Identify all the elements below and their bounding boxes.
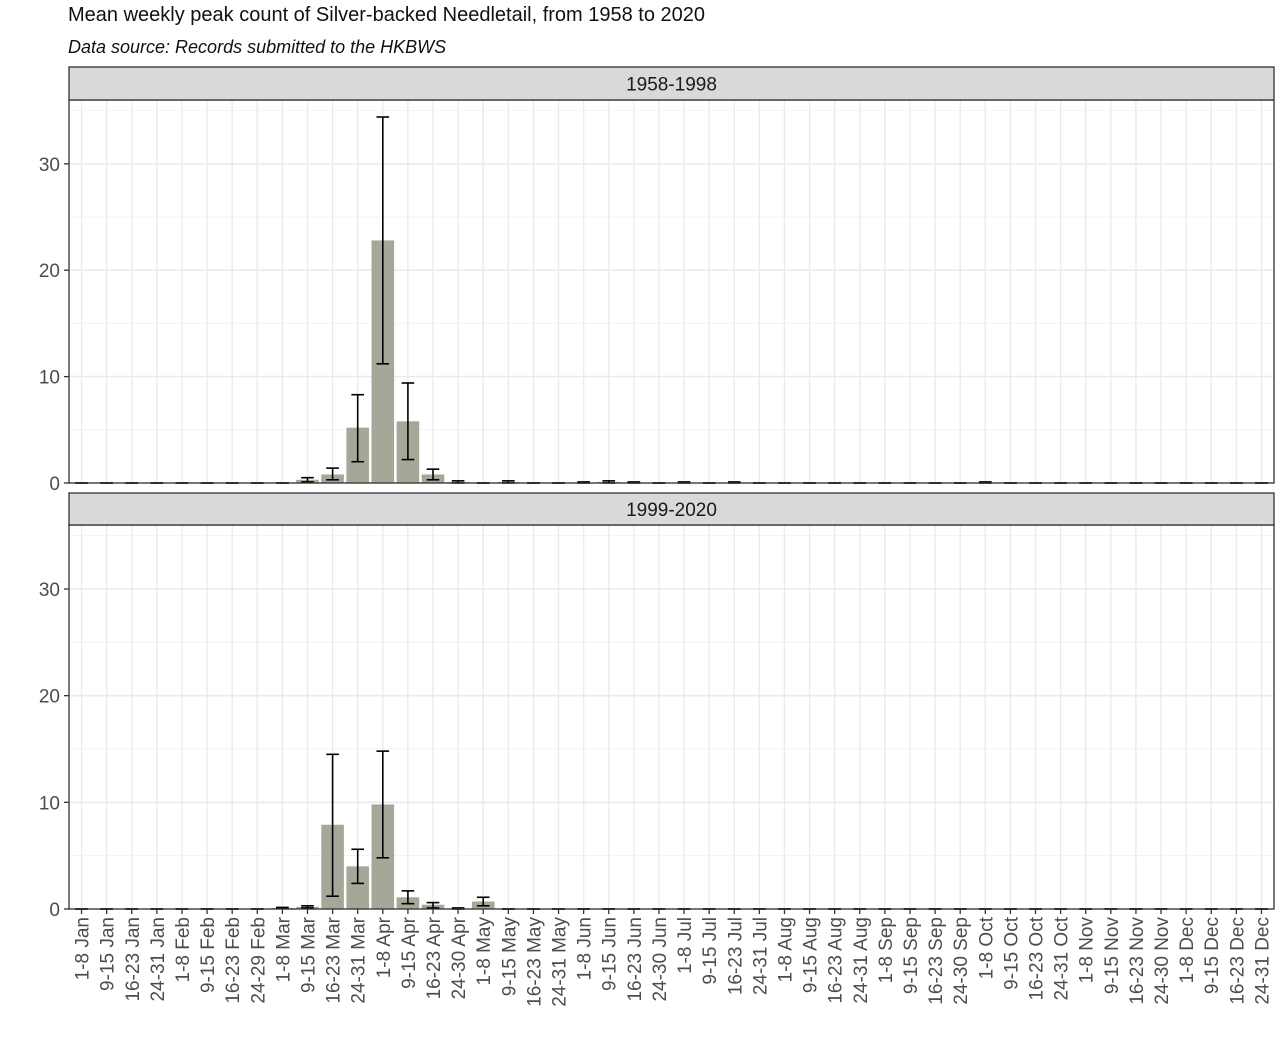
x-tick-label: 16-23 Oct xyxy=(1027,916,1048,1000)
x-tick-label: 1-8 Jul xyxy=(675,917,696,974)
x-tick-label: 1-8 Sep xyxy=(876,917,897,984)
x-tick-label: 9-15 Aug xyxy=(801,917,822,993)
x-tick-label: 9-15 Feb xyxy=(198,917,219,993)
x-tick-label: 24-31 Mar xyxy=(349,916,370,1003)
y-tick-label: 20 xyxy=(39,687,60,708)
y-tick-label: 10 xyxy=(39,793,60,814)
y-tick-label: 0 xyxy=(49,900,60,921)
x-tick-label: 16-23 Sep xyxy=(926,917,947,1005)
x-tick-label: 24-30 Apr xyxy=(449,916,470,999)
facet-strip-label: 1958-1998 xyxy=(626,75,717,96)
x-tick-label: 1-8 Apr xyxy=(374,916,395,978)
y-tick-label: 20 xyxy=(39,261,60,282)
x-tick-label: 24-30 Sep xyxy=(951,917,972,1005)
x-tick-label: 1-8 Mar xyxy=(273,916,294,982)
error-bar xyxy=(276,906,289,910)
x-tick-label: 1-8 Nov xyxy=(1077,917,1098,984)
x-tick-label: 24-29 Feb xyxy=(248,917,269,1004)
x-tick-label: 1-8 Oct xyxy=(976,916,997,979)
x-tick-label: 24-31 May xyxy=(550,917,571,1007)
x-tick-label: 16-23 Jul xyxy=(725,917,746,995)
x-tick-label: 16-23 Jan xyxy=(123,917,144,1002)
x-tick-label: 1-8 Dec xyxy=(1177,917,1198,984)
x-tick-label: 16-23 Apr xyxy=(424,916,445,999)
x-tick-label: 24-30 Jun xyxy=(650,917,671,1002)
x-tick-label: 24-30 Nov xyxy=(1152,917,1173,1005)
x-tick-label: 24-31 Dec xyxy=(1252,917,1273,1005)
facet-strip-label: 1999-2020 xyxy=(626,500,717,521)
x-tick-label: 9-15 Oct xyxy=(1001,916,1022,990)
x-axis: 1-8 Jan 9-15 Jan 16-23 Jan 24-31 Jan 1-8 Feb… xyxy=(73,909,1273,1007)
x-tick-label: 24-31 Jan xyxy=(148,917,169,1002)
facet-panel-1: 1958-1998 0 10 20 30 xyxy=(39,66,1275,495)
x-tick-label: 9-15 Sep xyxy=(901,917,922,994)
facet-panel-2: 1999-2020 0 10 20 30 xyxy=(39,492,1275,921)
x-tick-label: 9-15 Jun xyxy=(600,917,621,991)
x-tick-label: 16-23 Aug xyxy=(826,917,847,1004)
x-tick-label: 16-23 Jun xyxy=(625,917,646,1002)
x-tick-label: 16-23 Dec xyxy=(1227,917,1248,1005)
x-tick-label: 9-15 Mar xyxy=(298,916,319,993)
panel-background xyxy=(69,525,1274,909)
faceted-bar-chart: 1958-199801020301999-202001020301-8 Jan 9… xyxy=(39,66,1275,1007)
y-tick-label: 0 xyxy=(49,474,60,495)
x-tick-label: 24-31 Jul xyxy=(750,917,771,995)
y-tick-label: 10 xyxy=(39,368,60,389)
x-tick-label: 1-8 Jun xyxy=(575,917,596,980)
y-tick-label: 30 xyxy=(39,580,60,601)
panel-background xyxy=(69,100,1274,483)
x-tick-label: 9-15 Jul xyxy=(700,917,721,985)
x-tick-label: 16-23 Mar xyxy=(324,916,345,1003)
x-tick-label: 9-15 Jan xyxy=(98,917,119,991)
x-tick-label: 9-15 Nov xyxy=(1102,917,1123,995)
x-tick-label: 24-31 Oct xyxy=(1052,916,1073,1000)
x-tick-label: 1-8 Aug xyxy=(775,917,796,983)
x-tick-label: 16-23 May xyxy=(524,917,545,1007)
x-tick-label: 9-15 Dec xyxy=(1202,917,1223,994)
x-tick-label: 24-31 Aug xyxy=(851,917,872,1004)
y-tick-label: 30 xyxy=(39,155,60,176)
x-tick-label: 16-23 Feb xyxy=(223,917,244,1004)
x-tick-label: 1-8 Feb xyxy=(173,917,194,982)
x-tick-label: 9-15 May xyxy=(499,917,520,997)
x-tick-label: 1-8 Jan xyxy=(73,917,94,980)
x-tick-label: 1-8 May xyxy=(474,917,495,986)
x-tick-label: 16-23 Nov xyxy=(1127,917,1148,1005)
x-tick-label: 9-15 Apr xyxy=(399,916,420,988)
